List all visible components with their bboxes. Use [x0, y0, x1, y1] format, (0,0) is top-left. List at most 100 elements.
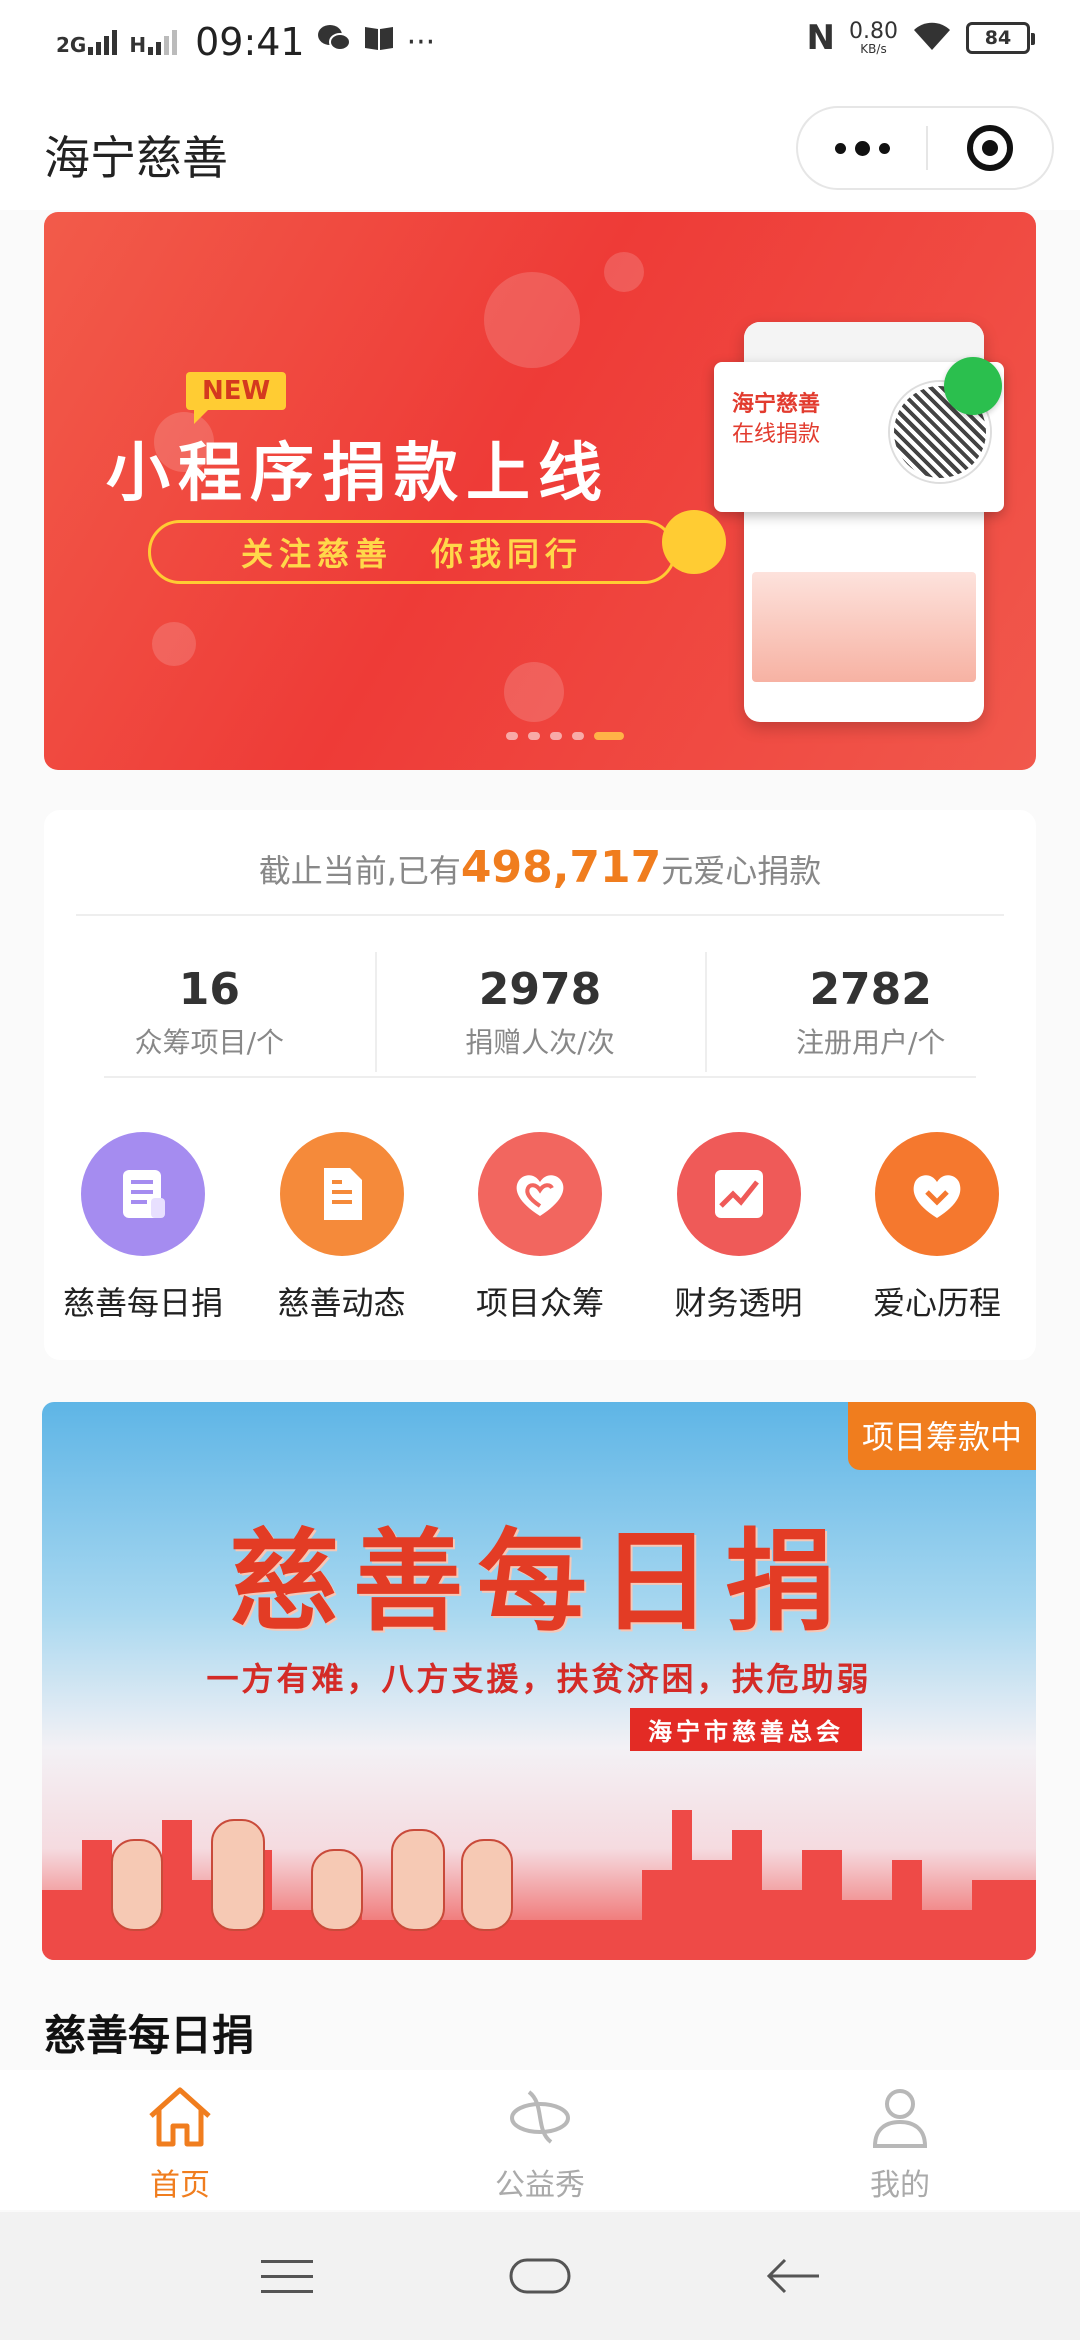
wechat-badge-icon — [944, 357, 1002, 415]
divider — [76, 914, 1004, 916]
hamburger-icon — [260, 2260, 313, 2293]
stat-users: 2782 注册用户/个 — [705, 942, 1036, 1072]
menu-label: 爱心历程 — [872, 1284, 1001, 1322]
document-icon — [81, 1132, 205, 1256]
nfc-icon: N — [806, 18, 836, 58]
carousel-dot[interactable] — [572, 732, 584, 740]
status-bar: 2G H 09:41 ··· N 0.80 KB/s 84 — [0, 0, 1080, 84]
stat-label: 捐赠人次/次 — [465, 1026, 615, 1059]
menu-label: 慈善动态 — [277, 1284, 406, 1322]
signal-bars-icon — [88, 29, 118, 55]
new-tag: NEW — [186, 372, 287, 424]
stat-label: 众筹项目/个 — [134, 1026, 285, 1059]
signal-2g: 2G — [56, 29, 118, 57]
back-arrow-icon — [767, 2258, 820, 2294]
banner-carousel[interactable]: NEW 小程序捐款上线 关注慈善 你我同行 海宁慈善 在线捐款 — [44, 212, 1036, 770]
total-prefix: 截止当前,已有 — [258, 852, 461, 890]
home-pill-icon — [509, 2258, 571, 2294]
network-type-label: 2G — [56, 33, 87, 57]
section-title: 慈善每日捐 — [44, 2011, 255, 2060]
tab-label: 首页 — [150, 2168, 210, 2203]
tab-label: 公益秀 — [495, 2168, 585, 2203]
menu-item-history[interactable]: 爱心历程 — [844, 1132, 1030, 1324]
decor-bubble — [604, 252, 644, 292]
speed-unit: KB/s — [860, 42, 887, 56]
carousel-dot[interactable] — [528, 732, 540, 740]
total-amount: 498,717 — [460, 842, 662, 893]
banner-slogan-pill: 关注慈善 你我同行 — [148, 520, 676, 584]
menu-label: 慈善每日捐 — [62, 1284, 223, 1322]
donation-total-line: 截止当前,已有498,717元爱心捐款 — [44, 842, 1036, 893]
wifi-icon — [912, 20, 952, 56]
status-bar-left: 2G H 09:41 ··· — [56, 20, 435, 64]
close-target-icon — [967, 125, 1013, 171]
promo-card-line-2: 在线捐款 — [732, 422, 821, 447]
status-bar-right: N 0.80 KB/s 84 — [806, 18, 1035, 58]
menu-label: 项目众筹 — [475, 1284, 604, 1322]
more-notifications-icon: ··· — [406, 24, 436, 60]
stat-value: 2978 — [478, 964, 602, 1015]
carousel-indicator — [506, 732, 624, 740]
signal-h: H — [129, 29, 178, 57]
banner-headline: 小程序捐款上线 — [106, 437, 610, 511]
stat-label: 注册用户/个 — [795, 1026, 946, 1059]
page-title: 海宁慈善 — [44, 131, 228, 185]
stat-columns: 16 众筹项目/个 2978 捐赠人次/次 2782 注册用户/个 — [44, 942, 1036, 1072]
battery-icon: 84 — [966, 22, 1035, 54]
file-icon — [279, 1132, 404, 1256]
show-icon — [510, 2090, 570, 2144]
project-organization: 海宁市慈善总会 — [630, 1708, 862, 1751]
stat-value: 16 — [178, 964, 240, 1015]
menu-item-daily-donation[interactable]: 慈善每日捐 — [50, 1132, 236, 1324]
heart-check-icon — [875, 1132, 999, 1256]
menu-button[interactable] — [242, 2241, 332, 2311]
book-icon — [363, 24, 395, 60]
project-image-title: 慈善每日捐 — [229, 1517, 849, 1646]
back-button[interactable] — [748, 2241, 838, 2311]
tab-home[interactable]: 首页 — [0, 2070, 360, 2210]
stat-value: 2782 — [809, 964, 932, 1015]
menu-item-news[interactable]: 慈善动态 — [249, 1132, 435, 1324]
trend-chart-icon — [676, 1132, 801, 1256]
network-type-label-2: H — [129, 33, 147, 57]
project-card[interactable]: 慈善每日捐 一方有难，八方支援，扶贫济困，扶危助弱 海宁市慈善总会 项目筹款中 — [42, 1402, 1036, 1960]
donation-stats-card: 截止当前,已有498,717元爱心捐款 16 众筹项目/个 2978 捐赠人次/… — [44, 810, 1036, 1360]
home-button[interactable] — [495, 2241, 585, 2311]
wechat-icon — [317, 23, 351, 61]
carousel-dot[interactable] — [506, 732, 518, 740]
menu-item-finance[interactable]: 财务透明 — [646, 1132, 832, 1324]
status-time: 09:41 — [195, 20, 305, 64]
tab-mine[interactable]: 我的 — [720, 2070, 1080, 2210]
decor-bubble — [152, 622, 196, 666]
navigation-bar: 海宁慈善 — [0, 84, 1080, 210]
heart-icon — [478, 1132, 602, 1256]
promo-card-line-1: 海宁慈善 — [732, 392, 821, 417]
fundraising-status-badge: 项目筹款中 — [847, 1402, 1036, 1470]
quick-menu: 慈善每日捐 慈善动态 项目众筹 财务透明 爱心历程 — [44, 1132, 1036, 1324]
signal-bars-icon-2 — [148, 29, 178, 55]
home-icon — [149, 2087, 211, 2147]
promo-card-text: 海宁慈善 在线捐款 — [732, 390, 820, 450]
more-button[interactable] — [798, 108, 926, 188]
carousel-dot[interactable] — [594, 732, 624, 740]
tab-bar: 首页 公益秀 我的 — [0, 2070, 1080, 2210]
menu-label: 财务透明 — [674, 1284, 803, 1322]
stat-donations: 2978 捐赠人次/次 — [374, 942, 706, 1072]
speed-value: 0.80 — [849, 19, 898, 44]
total-suffix: 元爱心捐款 — [661, 852, 822, 890]
carousel-dot[interactable] — [550, 732, 562, 740]
close-button[interactable] — [928, 125, 1052, 171]
decor-bubble — [504, 662, 564, 722]
user-icon — [872, 2089, 928, 2148]
menu-item-crowdfunding[interactable]: 项目众筹 — [447, 1132, 633, 1324]
capsule-menu — [796, 106, 1054, 190]
tab-charity-show[interactable]: 公益秀 — [360, 2070, 720, 2210]
tab-label: 我的 — [870, 2168, 930, 2203]
hand-heart-icon — [662, 510, 726, 574]
decor-bubble — [484, 272, 580, 368]
network-speed: 0.80 KB/s — [849, 19, 898, 56]
project-slogan: 一方有难，八方支援，扶贫济困，扶危助弱 — [206, 1660, 872, 1698]
system-navigation-bar — [0, 2212, 1080, 2340]
skyline-illustration — [42, 1810, 1036, 1960]
divider — [104, 1076, 976, 1078]
